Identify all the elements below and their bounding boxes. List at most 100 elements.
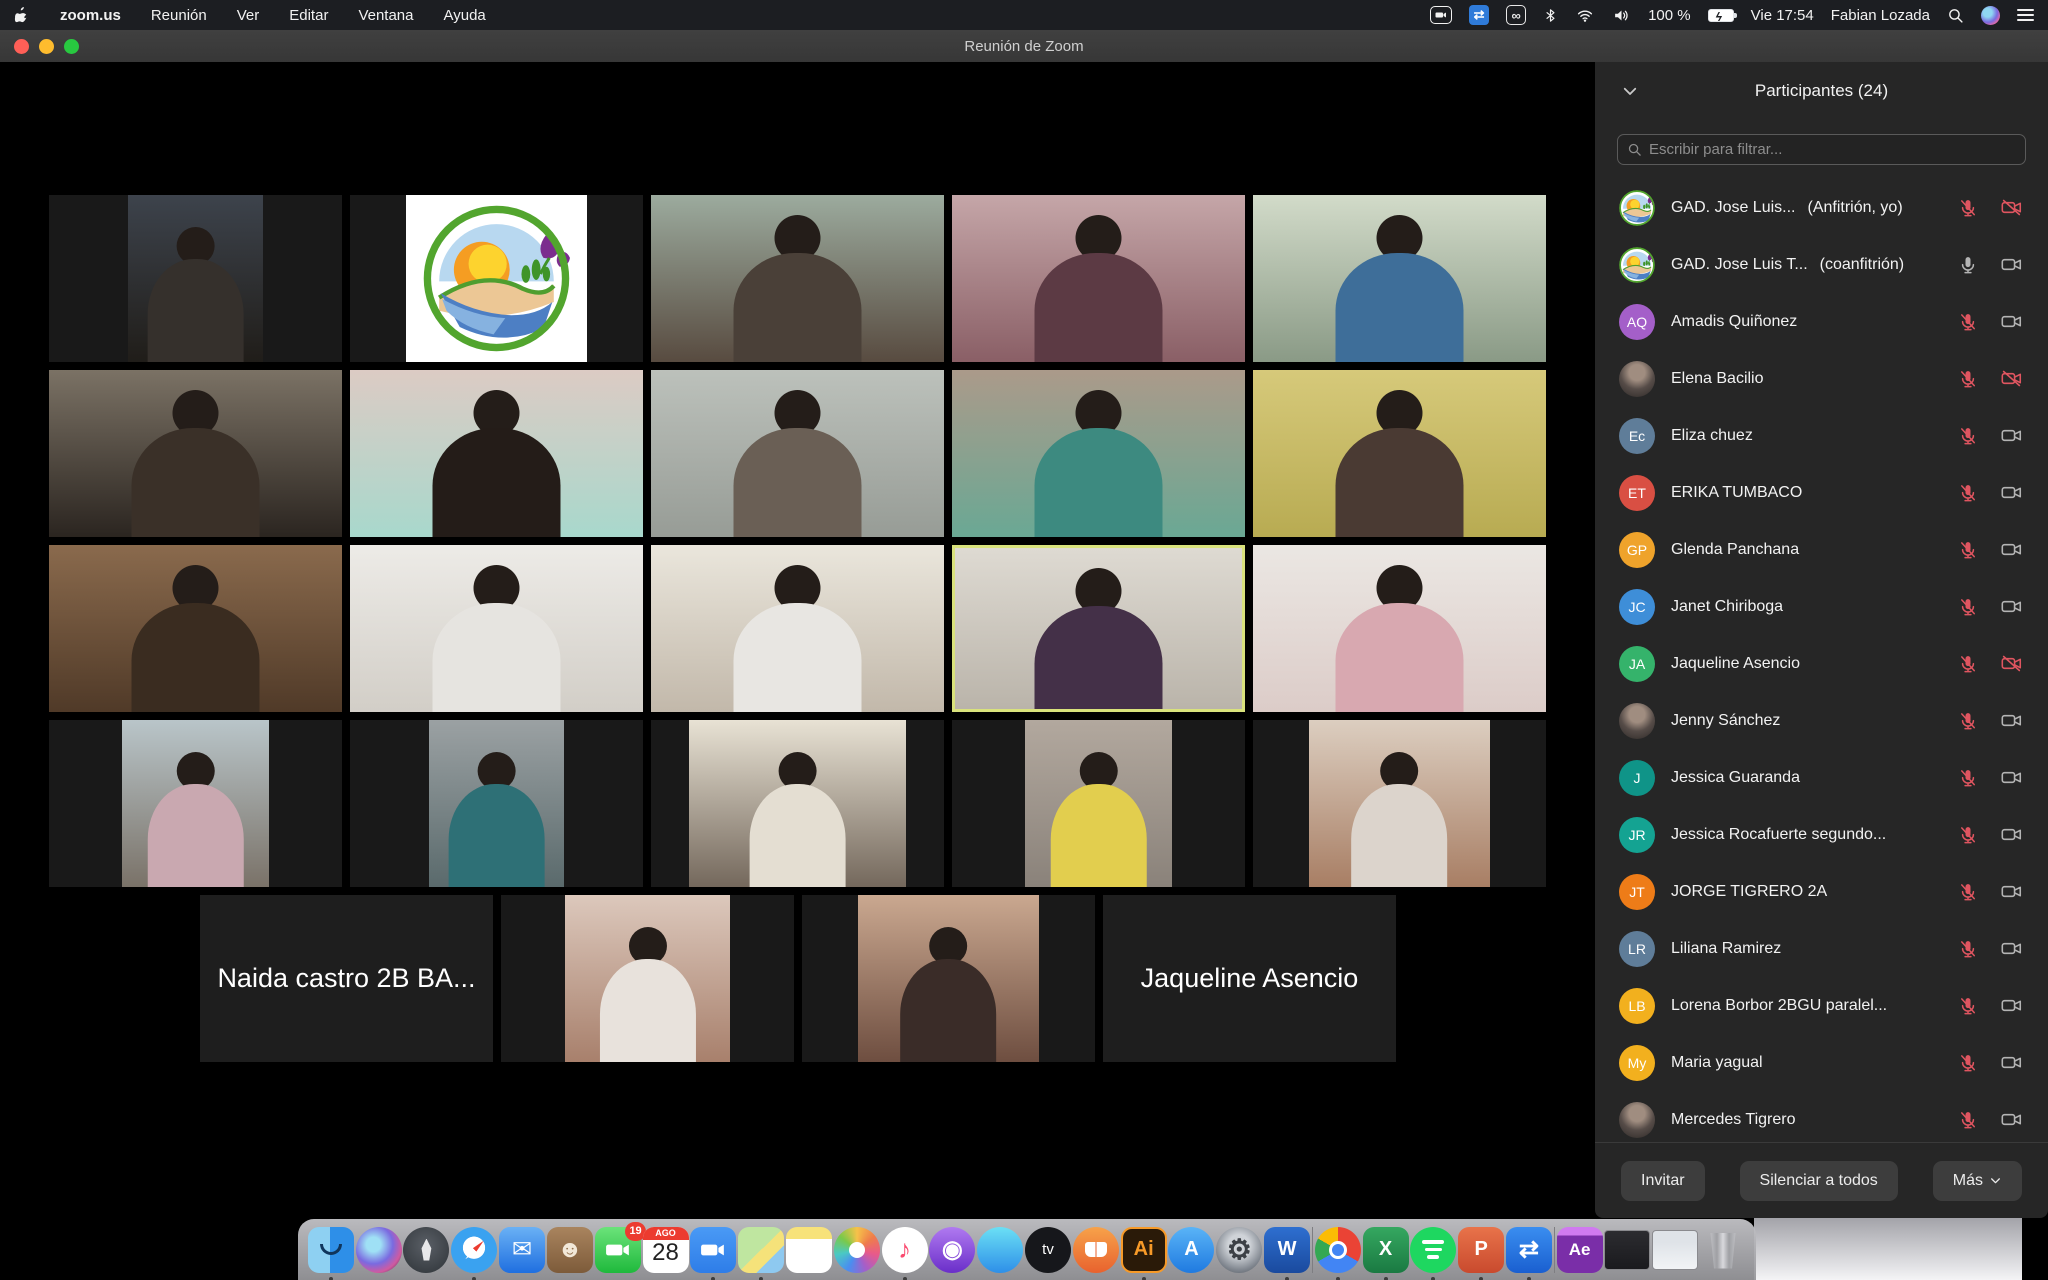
participant-row[interactable]: GPGlenda Panchana <box>1595 521 2048 578</box>
volume-icon[interactable] <box>1612 7 1631 24</box>
dock-item-mail[interactable]: ✉ <box>499 1227 545 1273</box>
participant-row[interactable]: JAJaqueline Asencio <box>1595 635 2048 692</box>
camera-on-icon <box>2001 824 2022 845</box>
dock-item-messages[interactable] <box>977 1227 1023 1273</box>
dock-item-system-preferences[interactable]: ⚙ <box>1216 1227 1262 1273</box>
menu-ayuda[interactable]: Ayuda <box>444 7 486 24</box>
more-button[interactable]: Más <box>1933 1161 2022 1201</box>
video-tile[interactable] <box>802 895 1095 1062</box>
dock-item-microsoft-excel[interactable]: X <box>1363 1227 1409 1273</box>
participant-row[interactable]: EcEliza chuez <box>1595 407 2048 464</box>
video-tile[interactable]: Jaqueline Asencio <box>1103 895 1396 1062</box>
dock-item-microsoft-powerpoint[interactable]: P <box>1458 1227 1504 1273</box>
spotlight-search-icon[interactable] <box>1947 7 1964 24</box>
avatar-initials: My <box>1619 1045 1655 1081</box>
video-tile[interactable] <box>49 370 342 537</box>
video-tile[interactable] <box>1253 195 1546 362</box>
dock-item-launchpad[interactable] <box>403 1227 449 1273</box>
video-tile[interactable] <box>651 195 944 362</box>
video-tile[interactable] <box>350 195 643 362</box>
dock-item-facetime[interactable]: 19 <box>595 1227 641 1273</box>
dock-item-spotify[interactable] <box>1410 1227 1456 1273</box>
dock-item-teamviewer[interactable]: ⇄ <box>1506 1227 1552 1273</box>
menu-app-name[interactable]: zoom.us <box>60 7 121 24</box>
dock-item-zoom[interactable] <box>690 1227 736 1273</box>
dock-item-app-store[interactable]: A <box>1168 1227 1214 1273</box>
video-tile[interactable] <box>651 370 944 537</box>
dock-item-photos[interactable] <box>834 1227 880 1273</box>
dock-item-books[interactable] <box>1073 1227 1119 1273</box>
video-tile[interactable] <box>952 720 1245 887</box>
dock-item-notes[interactable] <box>786 1227 832 1273</box>
menu-clock[interactable]: Vie 17:54 <box>1751 7 1814 24</box>
dock-item-trash[interactable] <box>1700 1227 1746 1273</box>
wifi-icon[interactable] <box>1575 7 1595 24</box>
dock-item-apple-tv[interactable]: tv <box>1025 1227 1071 1273</box>
dock-item-microsoft-word[interactable]: W <box>1264 1227 1310 1273</box>
battery-icon[interactable]: ϟ <box>1708 9 1734 22</box>
apple-menu-icon[interactable] <box>14 6 30 25</box>
person-silhouette <box>651 201 944 362</box>
video-tile[interactable] <box>952 195 1245 362</box>
video-tile[interactable] <box>350 370 643 537</box>
menu-ventana[interactable]: Ventana <box>358 7 413 24</box>
participant-row[interactable]: MyMaria yagual <box>1595 1034 2048 1091</box>
participant-row[interactable]: GAD. Jose Luis T...(coanfitrión) <box>1595 236 2048 293</box>
participant-row[interactable]: JTJORGE TIGRERO 2A <box>1595 863 2048 920</box>
menu-reunion[interactable]: Reunión <box>151 7 207 24</box>
video-tile[interactable] <box>952 370 1245 537</box>
video-tile[interactable] <box>350 545 643 712</box>
macos-menu-bar: zoom.us Reunión Ver Editar Ventana Ayuda… <box>0 0 2048 30</box>
dock-separator <box>1312 1227 1313 1273</box>
participant-row[interactable]: Elena Bacilio <box>1595 350 2048 407</box>
dock-item-calendar[interactable]: AGO28 <box>643 1227 689 1273</box>
dock-item-google-chrome[interactable] <box>1315 1227 1361 1273</box>
participant-row[interactable]: LBLorena Borbor 2BGU paralel... <box>1595 977 2048 1034</box>
zoom-camera-menubar-icon[interactable] <box>1430 6 1452 24</box>
creative-cloud-icon[interactable]: ∞ <box>1506 5 1526 25</box>
participant-filter-input[interactable] <box>1649 141 2016 158</box>
dock-item-finder[interactable] <box>308 1227 354 1273</box>
dock-item-minimized-window[interactable] <box>1604 1227 1650 1273</box>
video-tile[interactable] <box>49 720 342 887</box>
video-tile[interactable] <box>651 545 944 712</box>
participant-row[interactable]: Mercedes Tigrero <box>1595 1091 2048 1142</box>
dock-item-after-effects-folder[interactable]: Ae <box>1557 1227 1603 1273</box>
video-tile[interactable] <box>501 895 794 1062</box>
dock-item-adobe-illustrator[interactable]: Ai <box>1121 1227 1167 1273</box>
video-tile-active-speaker[interactable] <box>952 545 1245 712</box>
dock-item-music[interactable]: ♪ <box>882 1227 928 1273</box>
participant-row[interactable]: ETERIKA TUMBACO <box>1595 464 2048 521</box>
video-tile[interactable] <box>651 720 944 887</box>
video-tile[interactable] <box>350 720 643 887</box>
participant-row[interactable]: GAD. Jose Luis...(Anfitrión, yo) <box>1595 179 2048 236</box>
menu-editar[interactable]: Editar <box>289 7 328 24</box>
teamviewer-menubar-icon[interactable]: ⇄ <box>1469 5 1489 25</box>
dock-item-siri[interactable] <box>356 1227 402 1273</box>
participant-row[interactable]: Jenny Sánchez <box>1595 692 2048 749</box>
video-tile[interactable] <box>1253 720 1546 887</box>
video-tile[interactable] <box>49 195 342 362</box>
dock-item-podcasts[interactable]: ◉ <box>929 1227 975 1273</box>
siri-icon[interactable] <box>1981 6 2000 25</box>
menu-list-icon[interactable] <box>2017 9 2034 21</box>
participant-row[interactable]: JCJanet Chiriboga <box>1595 578 2048 635</box>
dock-item-safari[interactable] <box>451 1227 497 1273</box>
bluetooth-icon[interactable] <box>1543 7 1558 24</box>
video-tile[interactable] <box>49 545 342 712</box>
invite-button[interactable]: Invitar <box>1621 1161 1705 1201</box>
participant-row[interactable]: AQAmadis Quiñonez <box>1595 293 2048 350</box>
menu-ver[interactable]: Ver <box>237 7 260 24</box>
dock-item-minimized-window[interactable] <box>1652 1227 1698 1273</box>
dock-item-maps[interactable] <box>738 1227 784 1273</box>
participant-row[interactable]: LRLiliana Ramirez <box>1595 920 2048 977</box>
participant-row[interactable]: JRJessica Rocafuerte segundo... <box>1595 806 2048 863</box>
video-tile[interactable] <box>1253 545 1546 712</box>
video-tile[interactable] <box>1253 370 1546 537</box>
collapse-panel-chevron-icon[interactable] <box>1621 82 1639 100</box>
menu-user-name[interactable]: Fabian Lozada <box>1831 7 1930 24</box>
participant-row[interactable]: JJessica Guaranda <box>1595 749 2048 806</box>
dock-item-contacts[interactable]: ☻ <box>547 1227 593 1273</box>
video-tile[interactable]: Naida castro 2B BA... <box>200 895 493 1062</box>
mute-all-button[interactable]: Silenciar a todos <box>1740 1161 1898 1201</box>
